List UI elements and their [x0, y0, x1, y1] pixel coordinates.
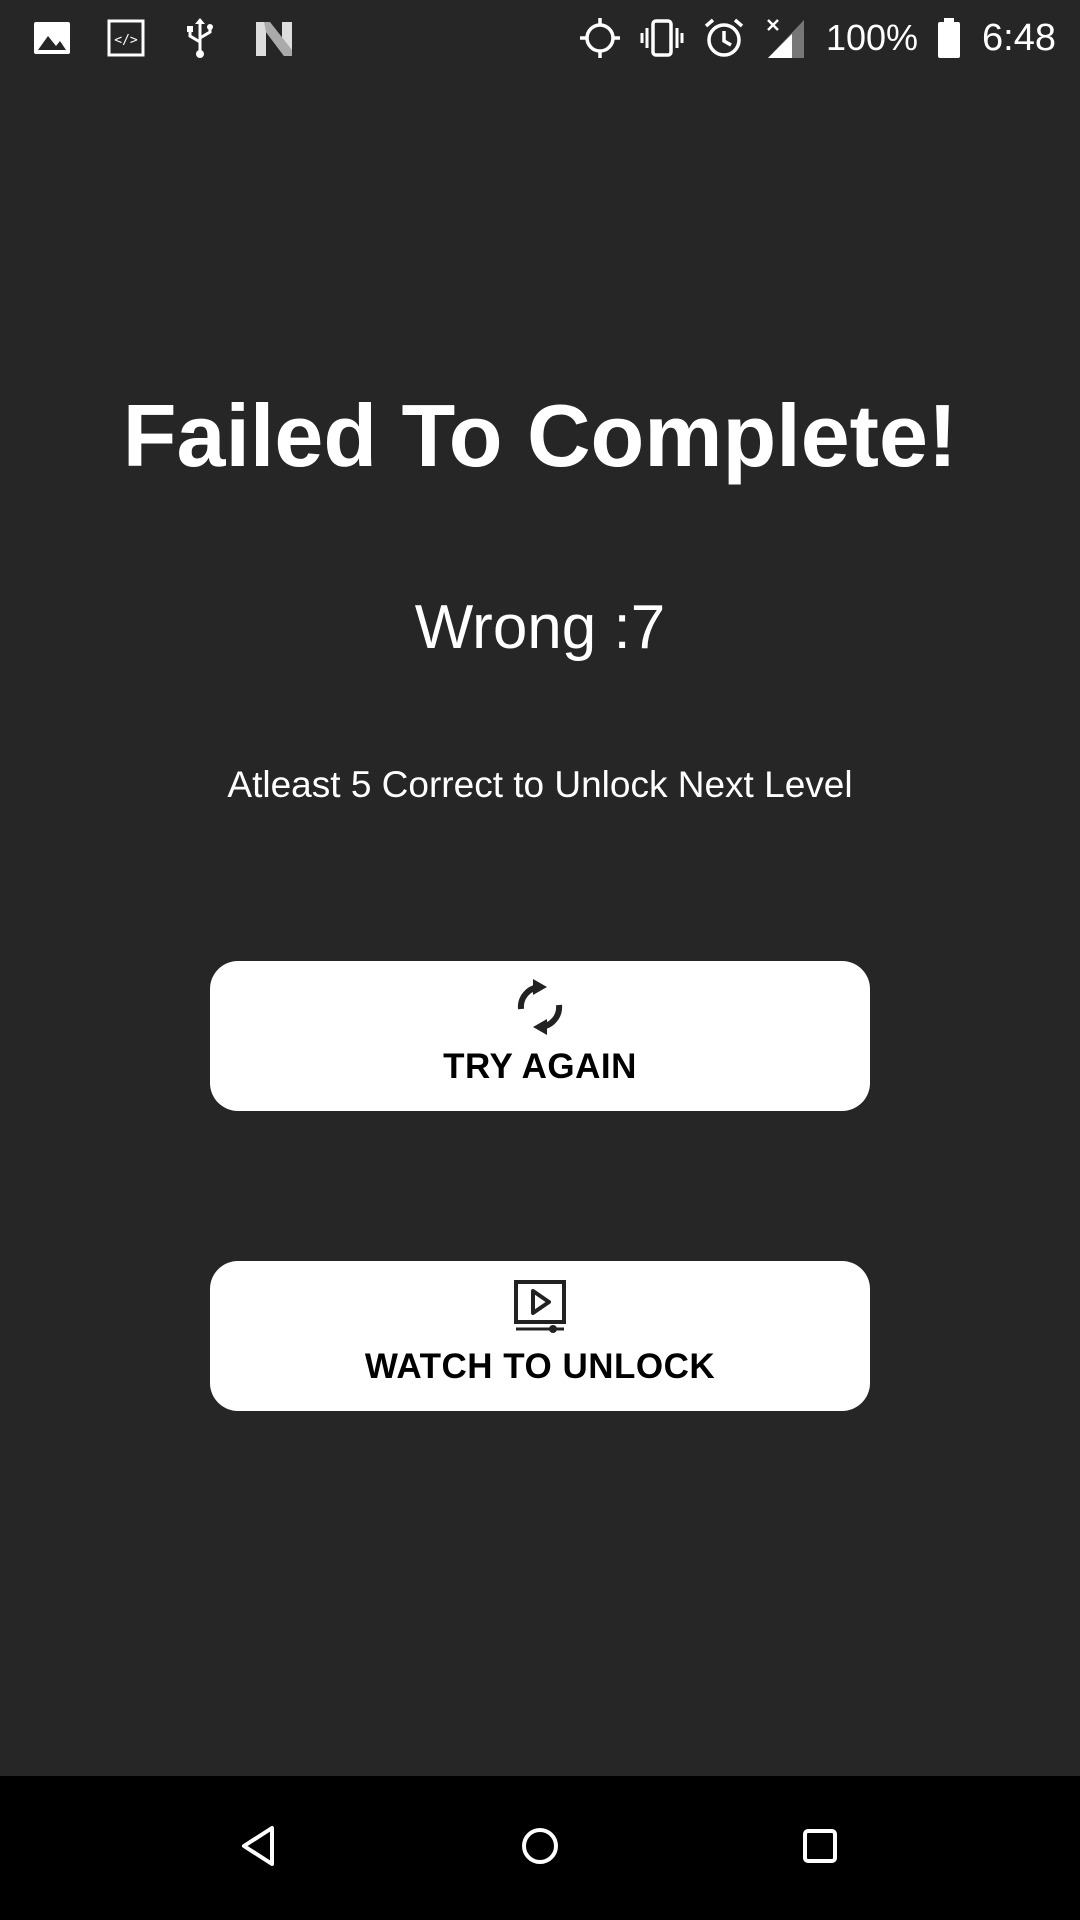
video-play-icon — [510, 1279, 570, 1335]
watch-to-unlock-label: WATCH TO UNLOCK — [364, 1347, 716, 1386]
status-bar-system: 100% 6:48 — [578, 14, 1056, 62]
status-bar: </> 100% 6:48 — [0, 0, 1080, 78]
alarm-icon — [702, 16, 746, 60]
game-result-screen: </> 100% 6:48 Failed To Complete! Wrong … — [0, 0, 1080, 1920]
back-button[interactable] — [224, 1812, 296, 1884]
try-again-label: TRY AGAIN — [443, 1047, 637, 1086]
navigation-bar — [0, 1776, 1080, 1920]
recents-button[interactable] — [784, 1812, 856, 1884]
image-icon — [30, 16, 74, 60]
usb-icon — [178, 16, 222, 60]
wrong-count: Wrong :7 — [414, 593, 666, 662]
unlock-hint: Atleast 5 Correct to Unlock Next Level — [227, 764, 853, 805]
code-icon: </> — [104, 16, 148, 60]
clock: 6:48 — [982, 16, 1056, 59]
battery-full-icon — [936, 16, 962, 60]
vibrate-icon — [640, 16, 684, 60]
result-title: Failed To Complete! — [122, 386, 958, 485]
refresh-icon — [510, 979, 570, 1035]
status-bar-notifications: </> — [30, 14, 296, 62]
signal-icon — [764, 16, 808, 60]
watch-to-unlock-button[interactable]: WATCH TO UNLOCK — [210, 1261, 870, 1411]
home-circle-icon — [516, 1822, 564, 1875]
recents-square-icon — [796, 1822, 844, 1875]
back-triangle-icon — [236, 1822, 284, 1875]
location-target-icon — [578, 16, 622, 60]
svg-text:</>: </> — [114, 33, 138, 48]
n-logo-icon — [252, 16, 296, 60]
battery-percent: 100% — [825, 17, 919, 58]
home-button[interactable] — [504, 1812, 576, 1884]
try-again-button[interactable]: TRY AGAIN — [210, 961, 870, 1111]
